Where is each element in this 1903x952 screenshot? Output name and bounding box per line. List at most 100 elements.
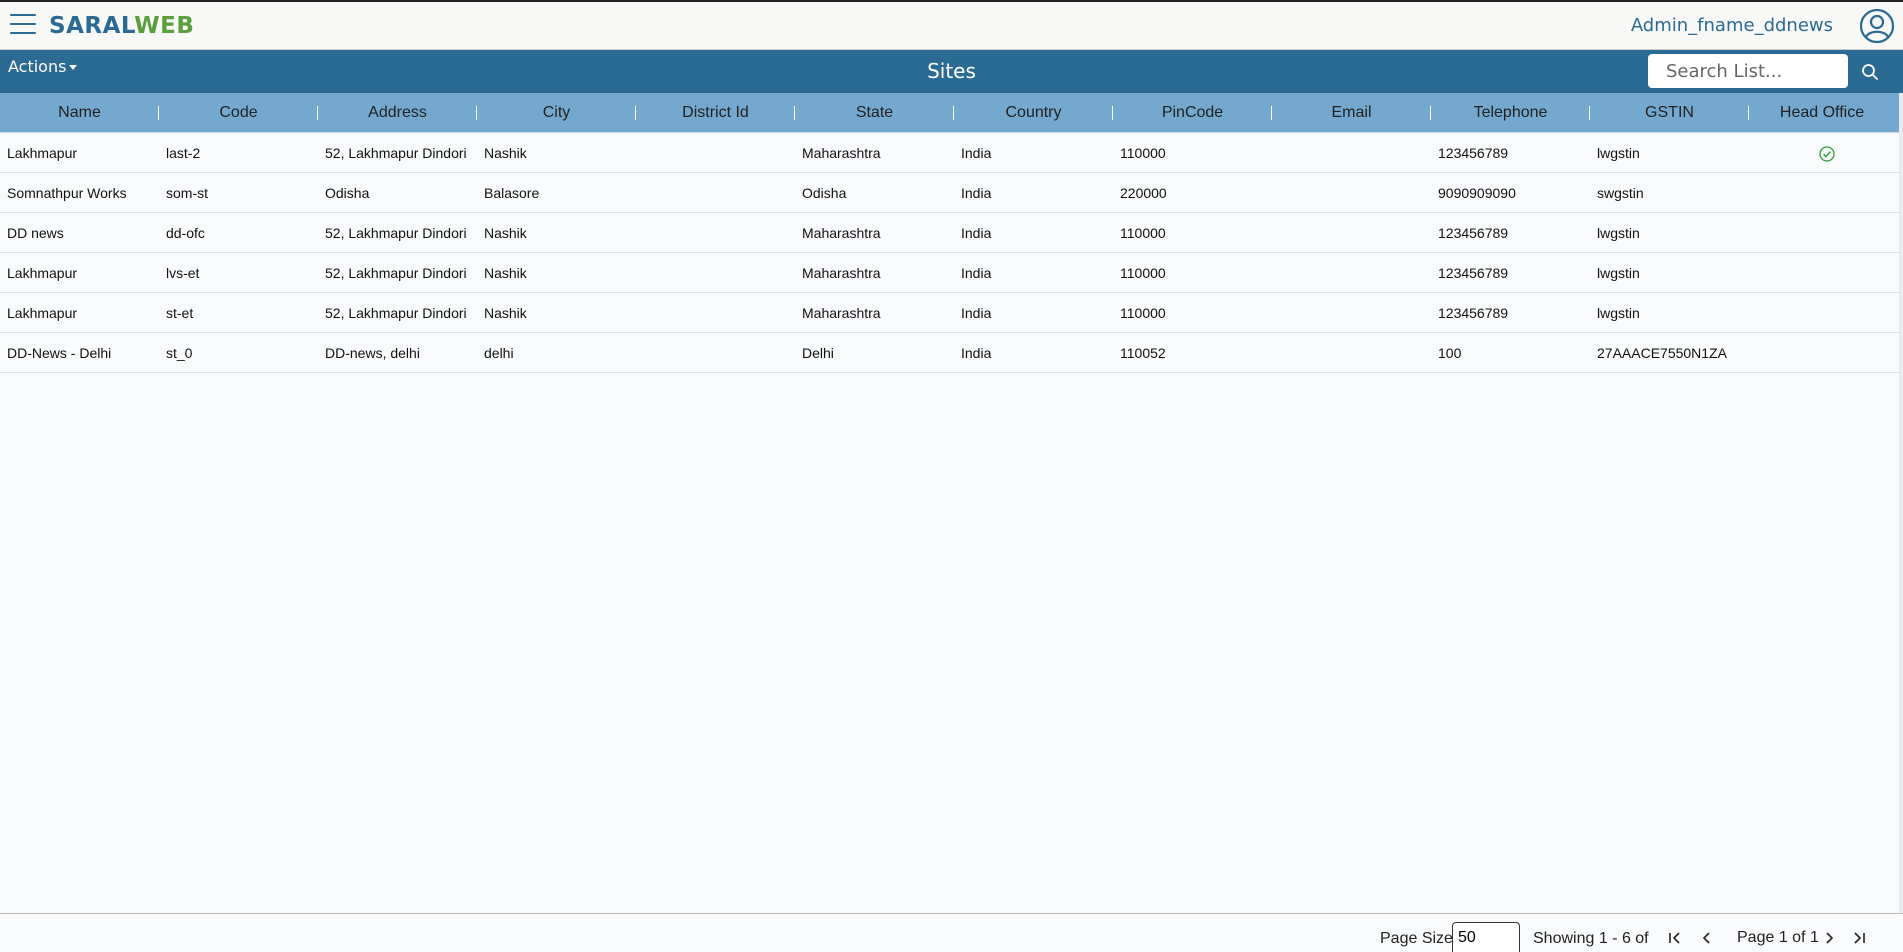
cell-district-id: [636, 333, 795, 373]
table-row[interactable]: Lakhmapur last-2 52, Lakhmapur Dindori N…: [0, 133, 1903, 173]
vertical-scrollbar[interactable]: [1899, 93, 1903, 913]
cell-district-id: [636, 133, 795, 173]
cell-telephone: 123456789: [1438, 305, 1509, 321]
cell-pincode: 110000: [1120, 305, 1166, 321]
user-circle-icon[interactable]: [1859, 8, 1895, 44]
cell-country: India: [961, 345, 992, 361]
table-header: Name Code Address City District Id State…: [0, 93, 1903, 133]
cell-state: Maharashtra: [802, 265, 881, 281]
col-header-name[interactable]: Name: [0, 93, 159, 133]
cell-address: 52, Lakhmapur Dindori: [325, 265, 467, 281]
cell-name: Lakhmapur: [7, 305, 78, 321]
cell-district-id: [636, 253, 795, 293]
cell-code: st_0: [166, 345, 193, 361]
page-size-label: Page Size: [1380, 930, 1453, 947]
table-row[interactable]: DD news dd-ofc 52, Lakhmapur Dindori Nas…: [0, 213, 1903, 253]
col-header-email[interactable]: Email: [1272, 93, 1431, 133]
cell-pincode: 110000: [1120, 265, 1166, 281]
cell-district-id: [636, 173, 795, 213]
cell-code: dd-ofc: [166, 225, 205, 241]
cell-telephone: 123456789: [1438, 265, 1509, 281]
cell-district-id: [636, 213, 795, 253]
cell-country: India: [961, 225, 992, 241]
list-toolbar: Actions Sites: [0, 50, 1903, 93]
cell-district-id: [636, 293, 795, 333]
cell-pincode: 220000: [1120, 185, 1167, 201]
app-logo[interactable]: SARALWEB: [49, 13, 194, 39]
col-header-label: PinCode: [1161, 104, 1224, 121]
cell-gstin: swgstin: [1597, 185, 1644, 201]
cell-address: 52, Lakhmapur Dindori: [325, 225, 467, 241]
cell-telephone: 123456789: [1438, 145, 1509, 161]
col-header-address[interactable]: Address: [318, 93, 477, 133]
col-header-label: Email: [1331, 104, 1372, 121]
table-row[interactable]: DD-News - Delhi st_0 DD-news, delhi delh…: [0, 333, 1903, 373]
col-header-telephone[interactable]: Telephone: [1431, 93, 1590, 133]
col-header-label: Country: [1005, 104, 1062, 121]
cell-address: 52, Lakhmapur Dindori: [325, 145, 467, 161]
col-header-code[interactable]: Code: [159, 93, 318, 133]
table-row[interactable]: Lakhmapur lvs-et 52, Lakhmapur Dindori N…: [0, 253, 1903, 293]
col-header-state[interactable]: State: [795, 93, 954, 133]
hamburger-icon[interactable]: [10, 14, 36, 38]
cell-name: Lakhmapur: [7, 265, 78, 281]
col-header-label: State: [855, 104, 894, 121]
page-title: Sites: [927, 59, 976, 83]
cell-name: Somnathpur Works: [7, 185, 127, 201]
col-header-city[interactable]: City: [477, 93, 636, 133]
search-input[interactable]: [1648, 54, 1848, 88]
top-bar: SARALWEB Admin_fname_ddnews: [0, 0, 1903, 50]
cell-code: lvs-et: [166, 265, 200, 281]
cell-name: DD-News - Delhi: [7, 345, 112, 361]
cell-state: Delhi: [802, 345, 834, 361]
username-label[interactable]: Admin_fname_ddnews: [1631, 15, 1833, 36]
check-circle-icon: [1819, 146, 1835, 162]
prev-page-icon[interactable]: [1697, 929, 1717, 947]
cell-state: Maharashtra: [802, 225, 881, 241]
cell-telephone: 9090909090: [1438, 185, 1516, 201]
col-header-pincode[interactable]: PinCode: [1113, 93, 1272, 133]
cell-email: [1272, 133, 1431, 173]
cell-name: DD news: [7, 225, 64, 241]
col-header-head-office[interactable]: Head Office: [1749, 93, 1895, 133]
table-row[interactable]: Somnathpur Works som-st Odisha Balasore …: [0, 173, 1903, 213]
page-size-input[interactable]: [1452, 922, 1520, 952]
logo-part-1: SARAL: [49, 13, 135, 39]
cell-country: India: [961, 185, 992, 201]
cell-country: India: [961, 145, 992, 161]
cell-state: Odisha: [802, 185, 847, 201]
search-icon: [1862, 64, 1878, 80]
col-header-label: Address: [368, 104, 427, 121]
first-page-icon[interactable]: [1665, 929, 1685, 947]
cell-city: delhi: [484, 345, 514, 361]
cell-pincode: 110000: [1120, 225, 1166, 241]
cell-email: [1272, 293, 1431, 333]
cell-email: [1272, 333, 1431, 373]
col-header-label: City: [542, 104, 571, 121]
cell-address: Odisha: [325, 185, 370, 201]
last-page-icon[interactable]: [1849, 929, 1869, 947]
cell-state: Maharashtra: [802, 305, 881, 321]
cell-city: Nashik: [484, 305, 527, 321]
cell-city: Balasore: [484, 185, 540, 201]
cell-email: [1272, 253, 1431, 293]
col-header-label: District Id: [682, 104, 749, 121]
cell-state: Maharashtra: [802, 145, 881, 161]
col-header-gstin[interactable]: GSTIN: [1590, 93, 1749, 133]
col-header-district-id[interactable]: District Id: [636, 93, 795, 133]
cell-city: Nashik: [484, 145, 527, 161]
cell-country: India: [961, 265, 992, 281]
cell-pincode: 110000: [1120, 145, 1166, 161]
showing-range-text: Showing 1 - 6 of: [1533, 930, 1649, 947]
next-page-icon[interactable]: [1819, 929, 1839, 947]
cell-email: [1272, 173, 1431, 213]
cell-pincode: 110052: [1120, 345, 1166, 361]
cell-gstin: lwgstin: [1597, 265, 1640, 281]
search-button[interactable]: [1852, 57, 1888, 87]
table-body: Lakhmapur last-2 52, Lakhmapur Dindori N…: [0, 133, 1903, 373]
cell-telephone: 100: [1438, 345, 1462, 361]
table-row[interactable]: Lakhmapur st-et 52, Lakhmapur Dindori Na…: [0, 293, 1903, 333]
cell-address: 52, Lakhmapur Dindori: [325, 305, 467, 321]
col-header-country[interactable]: Country: [954, 93, 1113, 133]
cell-code: last-2: [166, 145, 201, 161]
